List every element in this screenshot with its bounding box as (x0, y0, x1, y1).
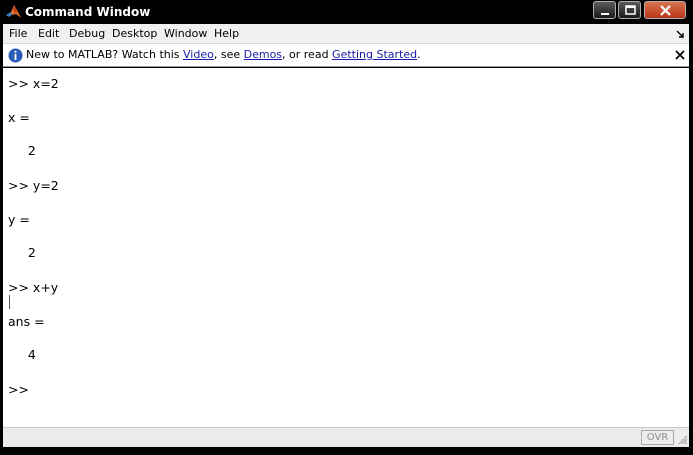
close-window-button[interactable] (644, 1, 686, 19)
text-cursor (9, 295, 10, 309)
window-border (0, 447, 693, 455)
console-line: x = (8, 110, 30, 125)
console-line: >> y=2 (8, 178, 59, 193)
console-line: >> x+y (8, 280, 59, 295)
console-line: 2 (8, 143, 36, 158)
info-icon (8, 48, 23, 63)
getting-started-link[interactable]: Getting Started (332, 48, 417, 61)
resize-grip-icon[interactable] (677, 434, 688, 445)
menu-desktop[interactable]: Desktop (112, 27, 157, 40)
menu-help[interactable]: Help (214, 27, 239, 40)
video-link[interactable]: Video (183, 48, 214, 61)
window-title: Command Window (25, 5, 151, 19)
menu-debug[interactable]: Debug (69, 27, 105, 40)
menu-bar: File Edit Debug Desktop Window Help (3, 24, 689, 44)
minimize-button[interactable] (593, 1, 616, 19)
menu-window[interactable]: Window (164, 27, 207, 40)
maximize-icon (625, 5, 636, 15)
title-bar[interactable]: Command Window (0, 0, 693, 24)
command-console[interactable]: >> x=2 x = 2 >> y=2 y = 2 >> x+y ans = 4… (3, 68, 689, 427)
status-bar: OVR (3, 427, 689, 447)
command-window: Command Window File Edit Debug Desktop W… (0, 0, 693, 455)
console-prompt[interactable]: >> (8, 382, 29, 397)
minimize-icon (601, 13, 609, 15)
ovr-indicator: OVR (641, 430, 674, 445)
info-message: New to MATLAB? Watch this Video, see Dem… (26, 48, 421, 61)
close-icon[interactable] (674, 49, 686, 61)
info-bar: New to MATLAB? Watch this Video, see Dem… (3, 44, 689, 67)
console-line: y = (8, 212, 30, 227)
maximize-button[interactable] (618, 1, 641, 19)
menu-edit[interactable]: Edit (38, 27, 59, 40)
console-line: >> x=2 (8, 76, 59, 91)
console-line: 2 (8, 245, 36, 260)
console-line: 4 (8, 347, 36, 362)
matlab-logo-icon (6, 5, 21, 18)
undock-arrow-icon[interactable] (675, 29, 685, 39)
menu-file[interactable]: File (9, 27, 27, 40)
demos-link[interactable]: Demos (244, 48, 282, 61)
console-line: ans = (8, 314, 45, 329)
close-window-icon (660, 5, 671, 16)
